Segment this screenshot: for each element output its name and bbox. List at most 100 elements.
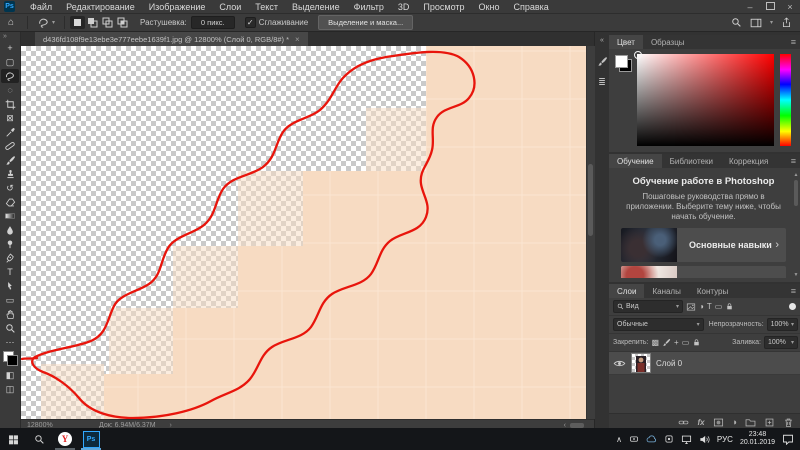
filter-type-layers-icon[interactable]: T — [707, 302, 712, 311]
zoom-tool[interactable] — [1, 321, 19, 335]
pen-tool[interactable] — [1, 251, 19, 265]
foreground-background-swatches[interactable] — [2, 351, 18, 366]
adjustment-layer-icon[interactable]: ◑ — [732, 417, 737, 427]
antialias-checkbox[interactable]: ✓ — [244, 17, 256, 28]
tray-volume-icon[interactable] — [699, 434, 710, 445]
new-selection-button[interactable] — [70, 16, 86, 29]
feather-input[interactable]: 0 пикс. — [190, 16, 235, 29]
tab-channels[interactable]: Каналы — [644, 284, 688, 298]
learn-card-partial[interactable] — [621, 266, 786, 278]
close-tab-icon[interactable]: × — [295, 35, 300, 44]
keyboard-language[interactable]: РУС — [717, 435, 733, 444]
scroll-down-icon[interactable]: ▼ — [794, 272, 799, 278]
opacity-input[interactable]: 100% ▾ — [766, 318, 798, 331]
dock-collapse-icon[interactable]: « — [600, 34, 604, 46]
hue-slider[interactable] — [780, 54, 791, 146]
new-group-icon[interactable] — [745, 417, 756, 428]
menu-filter[interactable]: Фильтр — [347, 2, 391, 12]
lock-all-icon[interactable] — [692, 338, 701, 347]
menu-select[interactable]: Выделение — [285, 2, 347, 12]
menu-file[interactable]: Файл — [23, 2, 59, 12]
tab-adjustments[interactable]: Коррекция — [721, 154, 776, 168]
eyedropper-tool[interactable] — [1, 125, 19, 139]
history-brush-tool[interactable]: ↺ — [1, 181, 19, 195]
quick-selection-tool[interactable]: ◌ — [1, 83, 19, 97]
shape-tool[interactable]: ▭ — [1, 293, 19, 307]
color-swatch-pair[interactable] — [615, 55, 632, 72]
quick-mask-button[interactable]: ◧ — [1, 368, 19, 382]
menu-type[interactable]: Текст — [248, 2, 285, 12]
learn-card-basic-skills[interactable]: Основные навыки › — [621, 228, 786, 262]
eraser-tool[interactable] — [1, 195, 19, 209]
horizontal-scrollbar-thumb[interactable] — [570, 422, 584, 428]
subtract-from-selection-button[interactable] — [100, 16, 115, 29]
tray-device-icon[interactable] — [629, 434, 639, 444]
panel-menu-icon[interactable]: ≡ — [791, 156, 800, 166]
workspace-switcher-icon[interactable] — [750, 17, 762, 29]
layer-filter-dropdown[interactable]: Вид ▾ — [613, 300, 683, 313]
intersect-selection-button[interactable] — [115, 16, 130, 29]
clone-stamp-tool[interactable] — [1, 167, 19, 181]
scrollbar-thumb[interactable] — [794, 180, 798, 206]
edit-toolbar-button[interactable]: ⋯ — [1, 335, 19, 349]
taskbar-clock[interactable]: 23:48 20.01.2019 — [740, 431, 775, 447]
layer-visibility-eye-icon[interactable] — [613, 357, 626, 370]
menu-image[interactable]: Изображение — [142, 2, 213, 12]
tab-swatches[interactable]: Образцы — [643, 35, 693, 49]
add-layer-mask-icon[interactable] — [713, 417, 724, 428]
saturation-brightness-field[interactable] — [634, 51, 774, 146]
taskbar-search-button[interactable] — [26, 428, 52, 450]
document-tab[interactable]: d436fd108f9e13ebe3e777eebe1639f1.jpg @ 1… — [35, 32, 308, 47]
type-tool[interactable]: T — [1, 265, 19, 279]
filter-toggle[interactable] — [789, 303, 796, 310]
panel-menu-icon[interactable]: ≡ — [791, 37, 800, 47]
crop-tool[interactable] — [1, 97, 19, 111]
brush-tool[interactable] — [1, 153, 19, 167]
tab-learn[interactable]: Обучение — [609, 154, 662, 168]
restore-button[interactable] — [760, 1, 780, 12]
home-icon[interactable]: ⌂ — [0, 17, 22, 28]
hand-tool[interactable] — [1, 307, 19, 321]
dodge-tool[interactable] — [1, 237, 19, 251]
learn-scrollbar[interactable]: ▲ ▼ — [793, 172, 799, 278]
layer-thumbnail[interactable] — [631, 353, 651, 373]
link-layers-icon[interactable] — [678, 417, 689, 428]
tab-libraries[interactable]: Библиотеки — [662, 154, 721, 168]
lasso-tool[interactable] — [1, 69, 19, 83]
filter-adjustment-layers-icon[interactable]: ◑ — [699, 302, 704, 311]
frame-tool[interactable]: ⊠ — [1, 111, 19, 125]
healing-brush-tool[interactable] — [1, 139, 19, 153]
action-center-icon[interactable] — [782, 433, 794, 445]
menu-view[interactable]: Просмотр — [416, 2, 471, 12]
move-tool[interactable]: + — [1, 41, 19, 55]
lock-position-icon[interactable]: + — [674, 338, 679, 347]
share-icon[interactable] — [781, 17, 792, 28]
layer-row-selected[interactable]: Слой 0 — [609, 352, 800, 375]
lock-pixels-icon[interactable] — [662, 338, 671, 347]
tray-network-icon[interactable] — [681, 434, 692, 445]
lock-artboard-icon[interactable]: ▭ — [682, 338, 690, 347]
color-picker-marker[interactable] — [634, 51, 642, 59]
current-tool-preset[interactable]: ▾ — [33, 16, 59, 29]
blur-tool[interactable] — [1, 223, 19, 237]
tray-expand-icon[interactable]: ∧ — [616, 435, 622, 444]
filter-shape-layers-icon[interactable]: ▭ — [715, 302, 723, 311]
taskbar-photoshop[interactable]: Ps — [78, 428, 104, 450]
menu-window[interactable]: Окно — [472, 2, 507, 12]
start-button[interactable] — [0, 428, 26, 450]
add-to-selection-button[interactable] — [85, 16, 100, 29]
fill-input[interactable]: 100% ▾ — [764, 336, 798, 349]
menu-layers[interactable]: Слои — [212, 2, 248, 12]
dock-brushes-icon[interactable] — [597, 56, 608, 67]
tray-cloud-icon[interactable] — [646, 434, 657, 445]
screen-mode-button[interactable]: ◫ — [1, 382, 19, 396]
canvas[interactable] — [21, 46, 586, 420]
panel-menu-icon[interactable]: ≡ — [791, 286, 800, 296]
tab-color[interactable]: Цвет — [609, 35, 643, 49]
tray-settings-icon[interactable] — [664, 434, 674, 444]
delete-layer-icon[interactable] — [783, 417, 794, 428]
lock-transparency-icon[interactable]: ▩ — [651, 338, 659, 347]
scroll-up-icon[interactable]: ▲ — [794, 172, 799, 178]
close-button[interactable]: × — [780, 2, 800, 12]
marquee-tool[interactable]: ▢ — [1, 55, 19, 69]
